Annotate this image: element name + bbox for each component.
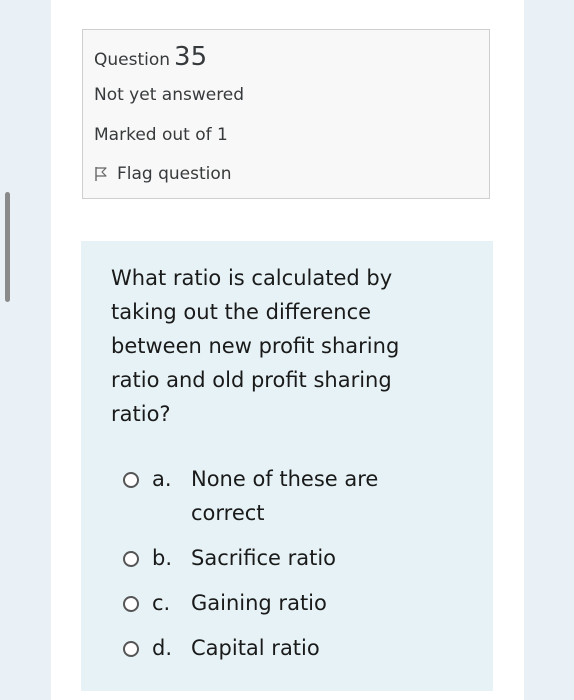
question-number-line: Question 35 — [94, 43, 207, 74]
question-info-box: Question 35 Not yet answered Marked out o… — [82, 29, 490, 199]
option-letter: a. — [152, 467, 172, 491]
answer-option-d[interactable]: d. Capital ratio — [123, 631, 401, 665]
option-text: Sacrifice ratio — [191, 546, 337, 570]
option-text: Capital ratio — [191, 636, 320, 660]
scrollbar-thumb[interactable] — [5, 192, 10, 302]
question-state: Not yet answered — [94, 85, 245, 105]
flag-question-label: Flag question — [117, 164, 232, 184]
option-letter: d. — [152, 636, 173, 660]
question-label: Question — [94, 50, 171, 70]
answer-options: a. None of these are correct b. Sacrific… — [123, 462, 401, 676]
radio-button-icon[interactable] — [123, 596, 139, 612]
option-letter: c. — [152, 591, 171, 615]
flag-icon — [95, 167, 107, 181]
radio-button-icon[interactable] — [123, 472, 139, 488]
option-text: None of these are correct — [191, 467, 379, 525]
question-number: 35 — [174, 42, 208, 72]
radio-button-icon[interactable] — [123, 551, 139, 567]
flag-question-link[interactable]: Flag question — [94, 164, 232, 184]
answer-option-a[interactable]: a. None of these are correct — [123, 462, 401, 530]
question-content: What ratio is calculated by taking out t… — [81, 241, 493, 691]
question-text: What ratio is calculated by taking out t… — [111, 266, 400, 426]
option-letter: b. — [152, 546, 173, 570]
option-text: Gaining ratio — [191, 591, 327, 615]
answer-option-c[interactable]: c. Gaining ratio — [123, 586, 401, 620]
radio-button-icon[interactable] — [123, 641, 139, 657]
question-grade: Marked out of 1 — [94, 125, 228, 145]
answer-option-b[interactable]: b. Sacrifice ratio — [123, 541, 401, 575]
